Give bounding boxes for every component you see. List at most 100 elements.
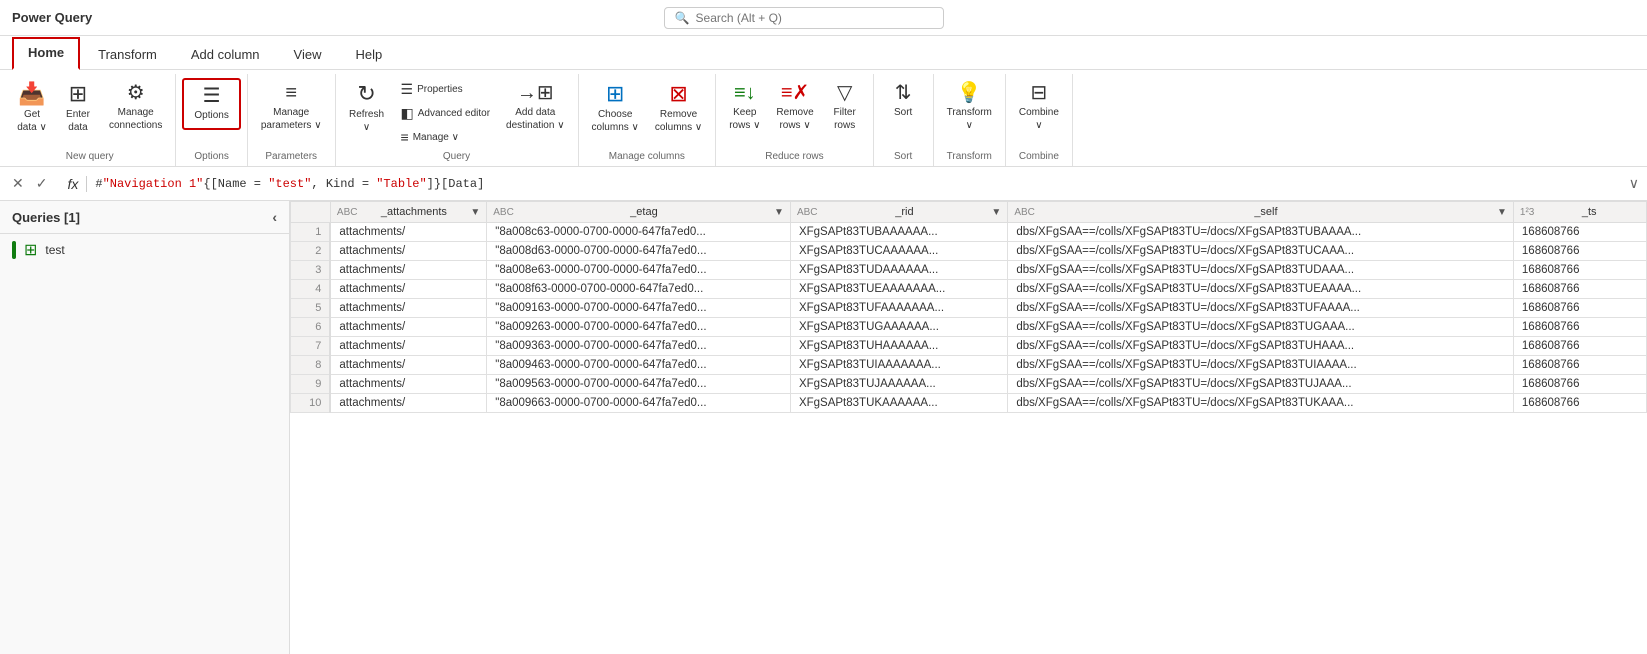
cell[interactable]: dbs/XFgSAA==/colls/XFgSAPt83TU=/docs/XFg…	[1008, 261, 1514, 280]
cell[interactable]: "8a009563-0000-0700-0000-647fa7ed0...	[487, 375, 791, 394]
filter-rid-icon[interactable]: ▼	[991, 207, 1001, 218]
cell[interactable]: 168608766	[1513, 223, 1646, 242]
cell[interactable]: "8a009263-0000-0700-0000-647fa7ed0...	[487, 318, 791, 337]
advanced-editor-icon: ◧	[401, 105, 414, 122]
cell[interactable]: attachments/	[330, 223, 486, 242]
cell[interactable]: XFgSAPt83TUCAAAAAA...	[790, 242, 1007, 261]
cell[interactable]: 168608766	[1513, 394, 1646, 413]
formula-input[interactable]: #"Navigation 1"{[Name = "test", Kind = "…	[95, 177, 1620, 191]
cell[interactable]: dbs/XFgSAA==/colls/XFgSAPt83TU=/docs/XFg…	[1008, 356, 1514, 375]
search-bar[interactable]: 🔍	[664, 7, 944, 29]
cell[interactable]: attachments/	[330, 356, 486, 375]
cell[interactable]: XFgSAPt83TUBAAAAAA...	[790, 223, 1007, 242]
cell[interactable]: attachments/	[330, 394, 486, 413]
tab-help[interactable]: Help	[339, 39, 398, 70]
sort-icon: ⇅	[895, 83, 912, 103]
cell[interactable]: dbs/XFgSAA==/colls/XFgSAPt83TU=/docs/XFg…	[1008, 223, 1514, 242]
cell[interactable]: "8a008e63-0000-0700-0000-647fa7ed0...	[487, 261, 791, 280]
cell[interactable]: attachments/	[330, 242, 486, 261]
cell[interactable]: dbs/XFgSAA==/colls/XFgSAPt83TU=/docs/XFg…	[1008, 337, 1514, 356]
tab-transform[interactable]: Transform	[82, 39, 173, 70]
cell[interactable]: "8a009163-0000-0700-0000-647fa7ed0...	[487, 299, 791, 318]
query-item-test[interactable]: ⊞ test	[0, 234, 289, 266]
cell[interactable]: dbs/XFgSAA==/colls/XFgSAPt83TU=/docs/XFg…	[1008, 318, 1514, 337]
queries-header: Queries [1] ‹	[0, 201, 289, 234]
sort-label: Sort	[880, 148, 927, 166]
options-button[interactable]: ☰ Options	[182, 78, 240, 130]
manage-button[interactable]: ≡ Manage ∨	[396, 126, 496, 148]
cell[interactable]: XFgSAPt83TUIAAAAAAA...	[790, 356, 1007, 375]
cell[interactable]: "8a008d63-0000-0700-0000-647fa7ed0...	[487, 242, 791, 261]
cell[interactable]: XFgSAPt83TUHAAAAAA...	[790, 337, 1007, 356]
cell[interactable]: attachments/	[330, 375, 486, 394]
enter-data-button[interactable]: ⊞ Enterdata	[56, 78, 100, 139]
cell[interactable]: 168608766	[1513, 280, 1646, 299]
manage-connections-button[interactable]: ⚙ Manageconnections	[102, 78, 169, 137]
remove-columns-icon: ⊠	[669, 83, 687, 105]
data-area[interactable]: ABC _attachments ▼ ABC _etag ▼	[290, 201, 1647, 654]
filter-rows-button[interactable]: ▽ Filterrows	[823, 78, 867, 137]
cell[interactable]: 168608766	[1513, 318, 1646, 337]
cell[interactable]: "8a008c63-0000-0700-0000-647fa7ed0...	[487, 223, 791, 242]
formula-confirm-btn[interactable]: ✓	[32, 173, 52, 194]
cell[interactable]: attachments/	[330, 318, 486, 337]
th-self: ABC _self ▼	[1008, 202, 1514, 223]
keep-rows-button[interactable]: ≡↓ Keeprows ∨	[722, 78, 767, 137]
cell[interactable]: attachments/	[330, 261, 486, 280]
formula-chevron-icon[interactable]: ∨	[1629, 175, 1639, 192]
cell[interactable]: 168608766	[1513, 261, 1646, 280]
cell[interactable]: XFgSAPt83TUEAAAAAAA...	[790, 280, 1007, 299]
cell[interactable]: "8a009363-0000-0700-0000-647fa7ed0...	[487, 337, 791, 356]
cell[interactable]: "8a008f63-0000-0700-0000-647fa7ed0...	[487, 280, 791, 299]
cell[interactable]: 168608766	[1513, 299, 1646, 318]
properties-button[interactable]: ☰ Properties	[396, 78, 496, 101]
cell[interactable]: dbs/XFgSAA==/colls/XFgSAPt83TU=/docs/XFg…	[1008, 375, 1514, 394]
table-row: 1attachments/"8a008c63-0000-0700-0000-64…	[291, 223, 1647, 242]
filter-etag-icon[interactable]: ▼	[774, 207, 784, 218]
cell[interactable]: attachments/	[330, 299, 486, 318]
cell[interactable]: dbs/XFgSAA==/colls/XFgSAPt83TU=/docs/XFg…	[1008, 242, 1514, 261]
transform-button[interactable]: 💡 Transform∨	[940, 78, 999, 137]
tab-view[interactable]: View	[278, 39, 338, 70]
cell[interactable]: attachments/	[330, 337, 486, 356]
remove-rows-button[interactable]: ≡✗ Removerows ∨	[769, 78, 820, 137]
cell[interactable]: XFgSAPt83TUJAAAAAA...	[790, 375, 1007, 394]
cell[interactable]: XFgSAPt83TUGAAAAAA...	[790, 318, 1007, 337]
queries-collapse-button[interactable]: ‹	[272, 209, 277, 225]
cell[interactable]: attachments/	[330, 280, 486, 299]
cell[interactable]: dbs/XFgSAA==/colls/XFgSAPt83TU=/docs/XFg…	[1008, 280, 1514, 299]
cell[interactable]: XFgSAPt83TUFAAAAAAA...	[790, 299, 1007, 318]
sort-button[interactable]: ⇅ Sort	[881, 78, 925, 124]
tab-add-column[interactable]: Add column	[175, 39, 276, 70]
cell[interactable]: XFgSAPt83TUDAAAAAA...	[790, 261, 1007, 280]
combine-button[interactable]: ⊟ Combine∨	[1012, 78, 1066, 137]
add-data-destination-button[interactable]: →⊞ Add datadestination ∨	[499, 78, 571, 137]
cell[interactable]: dbs/XFgSAA==/colls/XFgSAPt83TU=/docs/XFg…	[1008, 394, 1514, 413]
advanced-editor-button[interactable]: ◧ Advanced editor	[396, 102, 496, 125]
filter-attachments-icon[interactable]: ▼	[470, 207, 480, 218]
cell[interactable]: dbs/XFgSAA==/colls/XFgSAPt83TU=/docs/XFg…	[1008, 299, 1514, 318]
cell[interactable]: 168608766	[1513, 337, 1646, 356]
get-data-button[interactable]: 📥 Getdata ∨	[10, 78, 54, 139]
filter-self-icon[interactable]: ▼	[1497, 207, 1507, 218]
cell[interactable]: XFgSAPt83TUKAAAAAA...	[790, 394, 1007, 413]
cell[interactable]: 168608766	[1513, 242, 1646, 261]
data-table: ABC _attachments ▼ ABC _etag ▼	[290, 201, 1647, 413]
manage-parameters-button[interactable]: ≡ Manageparameters ∨	[254, 78, 329, 137]
cell[interactable]: 168608766	[1513, 375, 1646, 394]
remove-columns-button[interactable]: ⊠ Removecolumns ∨	[648, 78, 709, 139]
refresh-icon: ↻	[357, 83, 375, 105]
cell[interactable]: "8a009463-0000-0700-0000-647fa7ed0...	[487, 356, 791, 375]
search-input[interactable]	[696, 11, 916, 25]
th-ts: 1²3 _ts	[1513, 202, 1646, 223]
queries-title: Queries [1]	[12, 210, 80, 225]
choose-columns-button[interactable]: ⊞ Choosecolumns ∨	[585, 78, 646, 139]
search-icon: 🔍	[675, 11, 690, 25]
tab-home[interactable]: Home	[12, 37, 80, 70]
row-number: 7	[291, 337, 331, 356]
formula-cancel-btn[interactable]: ✕	[8, 173, 28, 194]
refresh-button[interactable]: ↻ Refresh∨	[342, 78, 392, 139]
formula-bar-buttons: ✕ ✓	[8, 173, 51, 194]
cell[interactable]: "8a009663-0000-0700-0000-647fa7ed0...	[487, 394, 791, 413]
cell[interactable]: 168608766	[1513, 356, 1646, 375]
